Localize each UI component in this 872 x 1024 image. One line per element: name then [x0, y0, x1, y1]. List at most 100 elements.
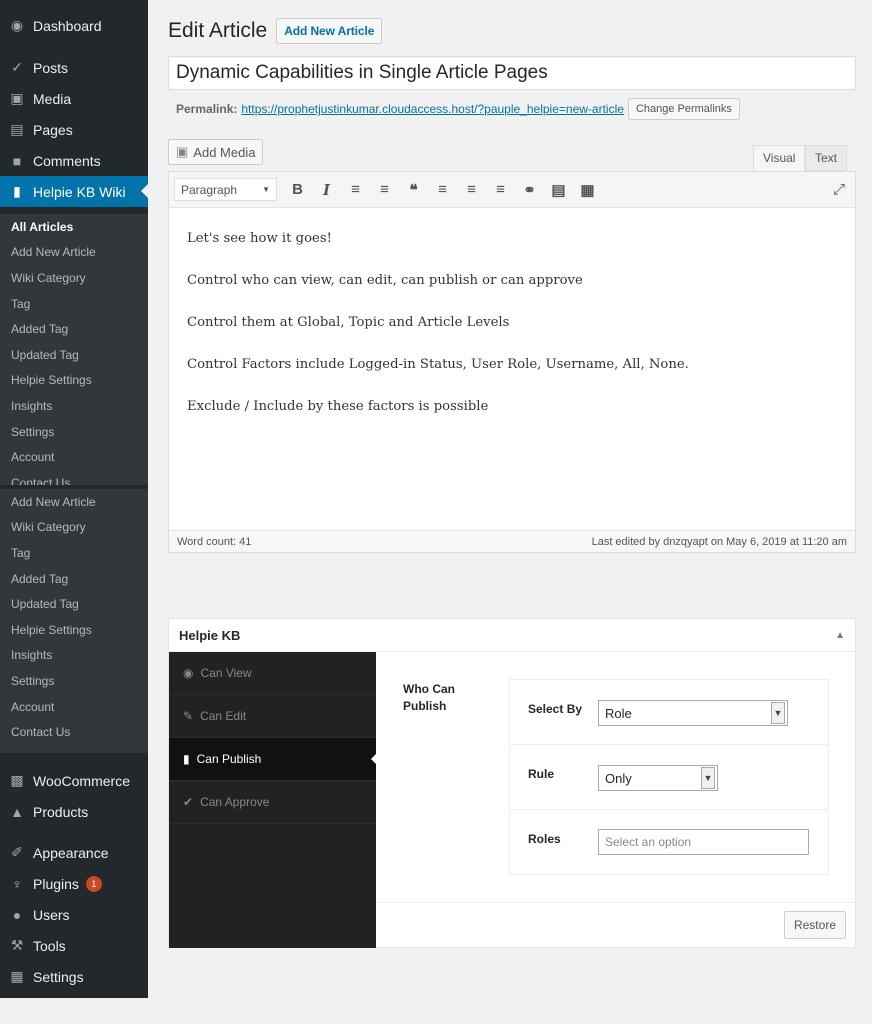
change-permalinks-button[interactable]: Change Permalinks [627, 98, 740, 120]
menu-label: Media [33, 90, 72, 107]
tab-label: Can Approve [200, 795, 270, 809]
tab-can-edit[interactable]: ✎ Can Edit [169, 695, 376, 738]
roles-multiselect[interactable]: Select an option [598, 829, 809, 855]
section-label-line: Publish [403, 699, 447, 713]
admin-sidebar: ◉ Dashboard ✓ Posts ▣ Media ▤ Pages ■ Comment… [0, 0, 148, 998]
submenu-item[interactable]: Account [0, 444, 148, 470]
chevron-down-icon: ▼ [262, 185, 270, 194]
menu-label: Dashboard [33, 17, 102, 34]
align-right-icon[interactable]: ≡ [486, 181, 515, 198]
menu-helpie-kb-wiki[interactable]: ▮ Helpie KB Wiki [0, 176, 148, 207]
submenu-item[interactable]: Wiki Category [0, 265, 148, 291]
submenu-item[interactable]: Settings [0, 668, 148, 694]
link-icon[interactable]: ⚭ [515, 181, 544, 199]
page-header: Edit Article Add New Article [168, 18, 383, 44]
submenu-item[interactable]: Helpie Settings [0, 368, 148, 394]
format-select-value: Paragraph [181, 182, 238, 197]
collapse-caret-icon[interactable]: ▲ [835, 630, 845, 641]
submenu-item[interactable]: Added Tag [0, 566, 148, 592]
bold-icon[interactable]: B [283, 181, 312, 198]
submenu-item[interactable]: Wiki Category [0, 515, 148, 541]
section-label-line: Who Can [403, 682, 455, 696]
menu-label: Settings [33, 968, 84, 985]
dashboard-icon: ◉ [10, 17, 24, 33]
submenu-item[interactable]: Added Tag [0, 316, 148, 342]
menu-label: Products [33, 803, 89, 820]
menu-settings[interactable]: ▦ Settings [0, 961, 148, 992]
menu-products[interactable]: ▲ Products [0, 796, 148, 827]
menu-plugins[interactable]: ♆ Plugins 1 [0, 868, 148, 899]
restore-button[interactable]: Restore [783, 911, 846, 939]
roles-label: Roles [528, 832, 561, 846]
tab-label: Can Edit [200, 709, 247, 723]
book-icon: ▮ [13, 183, 21, 199]
add-media-label: Add Media [193, 144, 256, 160]
menu-woocommerce[interactable]: ▩ WooCommerce [0, 765, 148, 796]
submenu-helpie: All Articles Add New Article Wiki Catego… [0, 214, 148, 485]
tab-can-publish[interactable]: ▮ Can Publish [169, 738, 377, 781]
rule-label: Rule [528, 767, 555, 781]
capability-tabs: ◉ Can View ✎ Can Edit ▮ Can Publish ✔ Can Ap… [169, 652, 377, 948]
post-title-input[interactable]: Dynamic Capabilities in Single Article P… [168, 56, 856, 90]
submenu-item[interactable]: Tag [0, 540, 148, 566]
update-count-badge: 1 [85, 875, 102, 892]
menu-appearance[interactable]: ✐ Appearance [0, 837, 148, 868]
submenu-item[interactable]: Helpie Settings [0, 617, 148, 643]
read-more-icon[interactable]: ▤ [544, 181, 573, 199]
italic-icon[interactable]: I [312, 181, 341, 199]
bullet-list-icon[interactable]: ≡ [341, 181, 370, 198]
permalink-link[interactable]: https://prophetjustinkumar.cloudaccess.h… [241, 102, 624, 116]
menu-dashboard[interactable]: ◉ Dashboard [0, 10, 148, 41]
tab-text[interactable]: Text [805, 145, 848, 171]
content-paragraph: Let's see how it goes! [187, 231, 332, 246]
menu-tools[interactable]: ⚒ Tools [0, 930, 148, 961]
add-new-article-button[interactable]: Add New Article [276, 18, 383, 44]
submenu-item[interactable]: Updated Tag [0, 591, 148, 617]
comments-icon: ■ [12, 152, 22, 169]
panel-divider [376, 902, 855, 903]
submenu-item[interactable]: Account [0, 694, 148, 720]
metabox-header[interactable]: Helpie KB ▲ [169, 619, 855, 652]
submenu-item[interactable]: Tag [0, 291, 148, 317]
menu-media[interactable]: ▣ Media [0, 83, 148, 114]
tab-can-approve[interactable]: ✔ Can Approve [169, 781, 376, 824]
fullscreen-icon[interactable]: ⤢ [833, 181, 845, 198]
row-select-by: Select By Role ▼ [510, 680, 828, 745]
menu-label: Helpie KB Wiki [33, 183, 126, 200]
align-center-icon[interactable]: ≡ [457, 181, 486, 198]
submenu-item[interactable]: Add New Article [0, 240, 148, 266]
page-title: Edit Article [168, 19, 268, 42]
eye-icon: ◉ [183, 666, 194, 680]
submenu-item[interactable]: Insights [0, 643, 148, 669]
menu-users[interactable]: ● Users [0, 899, 148, 930]
users-icon: ● [12, 906, 22, 923]
align-left-icon[interactable]: ≡ [428, 181, 457, 198]
toolbar-toggle-icon[interactable]: ▦ [573, 181, 602, 199]
chevron-down-icon: ▼ [701, 767, 715, 789]
editor-content[interactable]: Let's see how it goes! Control who can v… [169, 208, 855, 462]
submenu-item[interactable]: Add New Article [0, 489, 148, 515]
submenu-item[interactable]: Contact Us [0, 719, 148, 745]
submenu-item[interactable]: Contact Us [0, 470, 148, 485]
plugins-icon: ♆ [11, 875, 23, 892]
numbered-list-icon[interactable]: ≡ [370, 181, 399, 198]
content-paragraph: Control who can view, can edit, can publ… [187, 273, 583, 288]
row-rule: Rule Only ▼ [510, 745, 828, 810]
add-media-button[interactable]: ▣ Add Media [168, 139, 264, 165]
submenu-item[interactable]: Updated Tag [0, 342, 148, 368]
menu-comments[interactable]: ■ Comments [0, 145, 148, 176]
select-by-label: Select By [528, 702, 583, 716]
submenu-item[interactable]: Settings [0, 419, 148, 445]
rule-dropdown[interactable]: Only ▼ [598, 765, 718, 791]
tab-visual[interactable]: Visual [753, 145, 806, 171]
menu-posts[interactable]: ✓ Posts [0, 52, 148, 83]
select-by-dropdown[interactable]: Role ▼ [598, 700, 788, 726]
menu-pages[interactable]: ▤ Pages [0, 114, 148, 145]
word-count: Word count: 41 [177, 535, 252, 548]
submenu-item[interactable]: Insights [0, 393, 148, 419]
submenu-item[interactable]: All Articles [0, 214, 148, 240]
format-select[interactable]: Paragraph ▼ [174, 178, 277, 201]
tab-can-view[interactable]: ◉ Can View [169, 652, 376, 695]
menu-label: WooCommerce [33, 772, 130, 789]
blockquote-icon[interactable]: ❝ [399, 181, 428, 199]
